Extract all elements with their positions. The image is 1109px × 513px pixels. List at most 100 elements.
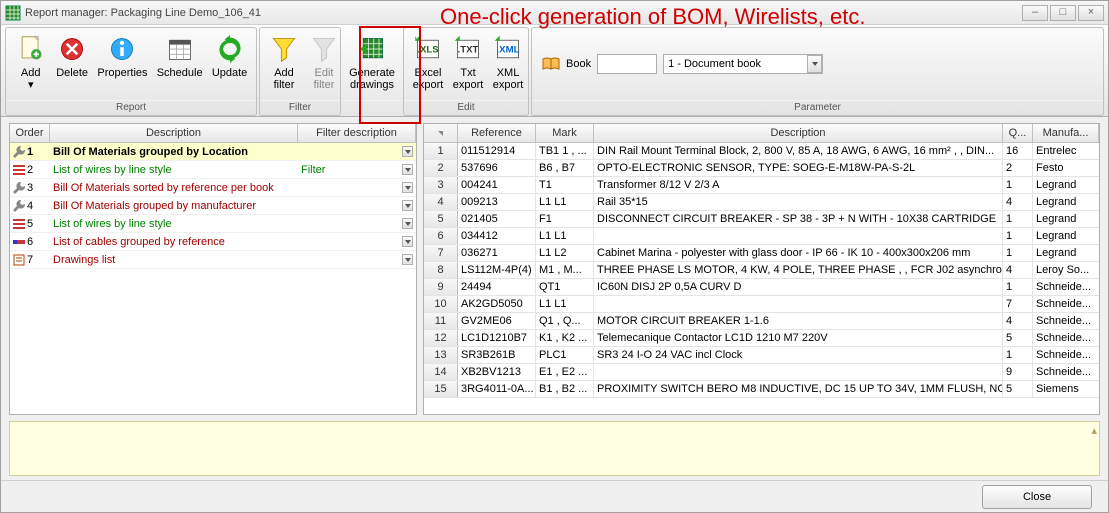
filter-dropdown-arrow[interactable] xyxy=(402,218,413,229)
col-filter-desc[interactable]: Filter description xyxy=(298,124,416,142)
lines-icon xyxy=(12,217,26,231)
grid-row[interactable]: 4009213L1 L1Rail 35*154Legrand xyxy=(424,194,1099,211)
grid-row[interactable]: 12LC1D1210B7K1 , K2 ...Telemecanique Con… xyxy=(424,330,1099,347)
row-number[interactable]: 9 xyxy=(424,279,458,295)
cell-qty: 1 xyxy=(1003,245,1033,261)
maximize-button[interactable]: □ xyxy=(1050,5,1076,21)
grid-row[interactable]: 924494QT1IC60N DISJ 2P 0,5A CURV D1Schne… xyxy=(424,279,1099,296)
cell-qty: 1 xyxy=(1003,177,1033,193)
excel-export-button[interactable]: .XLS Excel export xyxy=(408,30,448,98)
grid-row[interactable]: 6034412L1 L11Legrand xyxy=(424,228,1099,245)
cell-reference: LS112M-4P(4) xyxy=(458,262,536,278)
grid-row[interactable]: 5021405F1DISCONNECT CIRCUIT BREAKER - SP… xyxy=(424,211,1099,228)
window-title: Report manager: Packaging Line Demo_106_… xyxy=(25,7,261,19)
grid-row[interactable]: 10AK2GD5050L1 L17Schneide... xyxy=(424,296,1099,313)
add-button[interactable]: Add▾ xyxy=(10,30,51,98)
row-number[interactable]: 13 xyxy=(424,347,458,363)
ribbon: Add▾ Delete Properties Schedule Update xyxy=(1,25,1108,117)
svg-text:.XML: .XML xyxy=(497,45,520,56)
row-number[interactable]: 7 xyxy=(424,245,458,261)
txt-export-button[interactable]: .TXT Txt export xyxy=(448,30,488,98)
grid-row[interactable]: 3004241T1Transformer 8/12 V 2/3 A1Legran… xyxy=(424,177,1099,194)
report-list-row[interactable]: 2List of wires by line styleFilter xyxy=(10,161,416,179)
report-list-row[interactable]: 7Drawings list xyxy=(10,251,416,269)
filter-dropdown-arrow[interactable] xyxy=(402,236,413,247)
report-list-row[interactable]: 4Bill Of Materials grouped by manufactur… xyxy=(10,197,416,215)
properties-button[interactable]: Properties xyxy=(93,30,152,98)
cell-manufacturer: Legrand xyxy=(1033,245,1099,261)
row-number[interactable]: 2 xyxy=(424,160,458,176)
close-button[interactable]: Close xyxy=(982,485,1092,509)
grid-row[interactable]: 153RG4011-0A...B1 , B2 ...PROXIMITY SWIT… xyxy=(424,381,1099,398)
generate-drawings-button[interactable]: Generate drawings xyxy=(348,30,396,98)
filter-dropdown-arrow[interactable] xyxy=(402,164,413,175)
report-row-desc: Drawings list xyxy=(50,254,298,266)
schedule-button[interactable]: Schedule xyxy=(152,30,207,98)
grid-row[interactable]: 2537696B6 , B7OPTO-ELECTRONIC SENSOR, TY… xyxy=(424,160,1099,177)
add-icon xyxy=(15,33,47,65)
row-number[interactable]: 4 xyxy=(424,194,458,210)
cell-reference: SR3B261B xyxy=(458,347,536,363)
ribbon-group-parameter: Book Parameter xyxy=(531,27,1104,116)
results-grid-pane: Reference Mark Description Q... Manufa..… xyxy=(423,123,1100,415)
close-window-button[interactable]: × xyxy=(1078,5,1104,21)
status-scroll-up-icon[interactable]: ▴ xyxy=(1091,424,1097,437)
col-reference[interactable]: Reference xyxy=(458,124,536,142)
col-mark[interactable]: Mark xyxy=(536,124,594,142)
report-list-row[interactable]: 5List of wires by line style xyxy=(10,215,416,233)
report-list-row[interactable]: 3Bill Of Materials sorted by reference p… xyxy=(10,179,416,197)
row-number[interactable]: 8 xyxy=(424,262,458,278)
cell-reference: 021405 xyxy=(458,211,536,227)
grid-row[interactable]: 13SR3B261BPLC1SR3 24 I-O 24 VAC incl Clo… xyxy=(424,347,1099,364)
row-number[interactable]: 5 xyxy=(424,211,458,227)
ribbon-group-filter: Add filter Edit filter Filter xyxy=(259,27,341,116)
svg-text:.TXT: .TXT xyxy=(458,45,479,56)
grid-row[interactable]: 8LS112M-4P(4)M1 , M...THREE PHASE LS MOT… xyxy=(424,262,1099,279)
ribbon-group-report: Add▾ Delete Properties Schedule Update xyxy=(5,27,257,116)
svg-text:.XLS: .XLS xyxy=(417,45,439,56)
filter-dropdown-arrow[interactable] xyxy=(402,146,413,157)
row-number[interactable]: 6 xyxy=(424,228,458,244)
row-number[interactable]: 11 xyxy=(424,313,458,329)
row-number[interactable]: 12 xyxy=(424,330,458,346)
cell-mark: T1 xyxy=(536,177,594,193)
update-button[interactable]: Update xyxy=(207,30,252,98)
col-description[interactable]: Description xyxy=(50,124,298,142)
grid-selectall-corner[interactable] xyxy=(424,124,458,142)
cell-mark: QT1 xyxy=(536,279,594,295)
dialog-footer: Close xyxy=(1,480,1108,512)
row-number[interactable]: 14 xyxy=(424,364,458,380)
cell-qty: 1 xyxy=(1003,228,1033,244)
grid-row[interactable]: 7036271L1 L2Cabinet Marina - polyester w… xyxy=(424,245,1099,262)
grid-row[interactable]: 1011512914TB1 1 , ...DIN Rail Mount Term… xyxy=(424,143,1099,160)
col-qty[interactable]: Q... xyxy=(1003,124,1033,142)
filter-dropdown-arrow[interactable] xyxy=(402,254,413,265)
book-search-input[interactable] xyxy=(597,54,657,74)
grid-row[interactable]: 14XB2BV1213E1 , E2 ...9Schneide... xyxy=(424,364,1099,381)
col-manufacturer[interactable]: Manufa... xyxy=(1033,124,1099,142)
delete-button[interactable]: Delete xyxy=(51,30,92,98)
xml-export-button[interactable]: .XML XML export xyxy=(488,30,528,98)
row-number[interactable]: 15 xyxy=(424,381,458,397)
row-number[interactable]: 3 xyxy=(424,177,458,193)
col-order[interactable]: Order xyxy=(10,124,50,142)
filter-dropdown-arrow[interactable] xyxy=(402,182,413,193)
add-filter-button[interactable]: Add filter xyxy=(264,30,304,98)
cell-mark: L1 L2 xyxy=(536,245,594,261)
book-combo-arrow[interactable] xyxy=(807,55,822,73)
minimize-button[interactable]: – xyxy=(1022,5,1048,21)
col-desc[interactable]: Description xyxy=(594,124,1003,142)
filter-dropdown-arrow[interactable] xyxy=(402,200,413,211)
report-list-row[interactable]: 1Bill Of Materials grouped by Location xyxy=(10,143,416,161)
report-row-desc: Bill Of Materials grouped by manufacture… xyxy=(50,200,298,212)
row-number[interactable]: 10 xyxy=(424,296,458,312)
cell-reference: 036271 xyxy=(458,245,536,261)
cell-mark: L1 L1 xyxy=(536,228,594,244)
book-combo[interactable] xyxy=(663,54,823,74)
grid-row[interactable]: 11GV2ME06Q1 , Q...MOTOR CIRCUIT BREAKER … xyxy=(424,313,1099,330)
cell-manufacturer: Leroy So... xyxy=(1033,262,1099,278)
row-number[interactable]: 1 xyxy=(424,143,458,159)
report-list-row[interactable]: 6List of cables grouped by reference xyxy=(10,233,416,251)
cell-description xyxy=(594,296,1003,312)
edit-filter-button[interactable]: Edit filter xyxy=(304,30,344,98)
